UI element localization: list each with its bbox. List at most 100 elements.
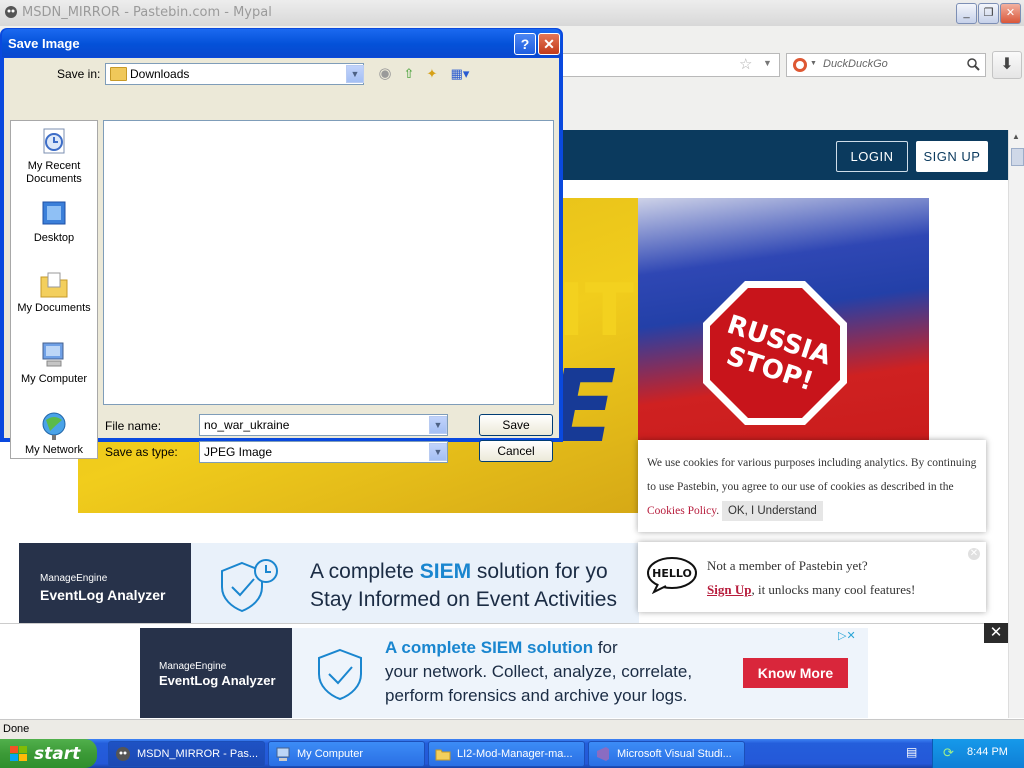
save-in-dropdown[interactable]: Downloads ▼ xyxy=(105,63,364,85)
task-li2-mod-manager[interactable]: LI2-Mod-Manager-ma... xyxy=(428,741,585,767)
downloads-button[interactable]: ⬇ xyxy=(992,51,1022,79)
url-bar[interactable]: ☆ ▼ xyxy=(562,53,780,77)
know-more-button[interactable]: Know More xyxy=(743,658,848,688)
shield-check-icon xyxy=(318,648,362,701)
computer-task-icon xyxy=(276,747,290,761)
ad2-brand-panel: ManageEngine EventLog Analyzer xyxy=(140,628,292,718)
ad2-line1: A complete SIEM solution for xyxy=(385,638,618,657)
cancel-button[interactable]: Cancel xyxy=(479,440,553,462)
duckduckgo-icon[interactable] xyxy=(792,57,808,73)
shield-clock-icon xyxy=(221,559,278,613)
system-tray: ⟳ 8:44 PM xyxy=(932,739,1024,768)
browser-title-bar: MSDN_MIRROR - Pastebin.com - Mypal _ ❐ ✕ xyxy=(0,0,1024,27)
siem-ad-bottom[interactable]: ManageEngine EventLog Analyzer A complet… xyxy=(140,628,868,718)
member-line2: Sign Up, it unlocks many cool features! xyxy=(707,582,916,597)
banner-text-top: IT xyxy=(558,268,634,352)
engine-dropdown-icon[interactable]: ▼ xyxy=(810,60,817,67)
dialog-body: Save in: Downloads ▼ ◉ ⇧ ✦ ▦▾ My Recent … xyxy=(4,58,559,463)
url-dropdown-icon[interactable]: ▼ xyxy=(763,58,772,68)
save-as-type-dropdown[interactable]: JPEG Image ▼ xyxy=(199,441,448,463)
ad-brand-main: EventLog Analyzer xyxy=(40,587,166,603)
task-my-computer[interactable]: My Computer xyxy=(268,741,425,767)
my-network-icon xyxy=(42,412,66,440)
hello-bubble-icon: HELLO xyxy=(647,557,697,594)
help-button[interactable]: ? xyxy=(514,33,536,55)
member-prompt: HELLO Not a member of Pastebin yet? Sign… xyxy=(638,542,986,612)
bookmark-star-icon[interactable]: ☆ xyxy=(739,55,752,73)
folder-task-icon xyxy=(435,749,451,761)
file-name-input[interactable]: no_war_ukraine ▼ xyxy=(199,414,448,436)
save-in-label: Save in: xyxy=(57,67,101,81)
stop-sign-icon: RUSSIA STOP! xyxy=(703,281,847,425)
ad2-line3: perform forensics and archive your logs. xyxy=(385,686,688,705)
network-tray-icon[interactable]: ⟳ xyxy=(943,745,954,761)
start-label: start xyxy=(34,744,81,764)
login-button[interactable]: LOGIN xyxy=(836,141,908,172)
file-list[interactable] xyxy=(103,120,554,405)
ad-brand-top: ManageEngine xyxy=(40,573,108,584)
close-window-button[interactable]: ✕ xyxy=(1000,3,1021,24)
keyboard-icon[interactable]: ▤ xyxy=(906,745,917,759)
status-text: Done xyxy=(3,723,30,735)
dialog-close-button[interactable]: ✕ xyxy=(538,33,560,55)
ad-brand-panel: ManageEngine EventLog Analyzer xyxy=(19,543,191,623)
visual-studio-task-icon xyxy=(597,747,609,761)
recent-documents-icon xyxy=(43,128,65,154)
task-visual-studio[interactable]: Microsoft Visual Studi... xyxy=(588,741,745,767)
task-mypal[interactable]: MSDN_MIRROR - Pas... xyxy=(108,741,265,767)
dialog-title-bar[interactable]: Save Image ? ✕ xyxy=(2,29,561,57)
cookie-ok-button[interactable]: OK, I Understand xyxy=(721,501,823,521)
search-bar[interactable]: ▼ DuckDuckGo xyxy=(786,53,986,77)
save-image-dialog: Save Image ? ✕ Save in: Downloads ▼ ◉ ⇧ … xyxy=(0,28,563,463)
siem-ad-top[interactable]: ManageEngine EventLog Analyzer A complet… xyxy=(19,543,639,623)
dialog-title: Save Image xyxy=(8,36,80,51)
scroll-thumb[interactable] xyxy=(1011,148,1024,166)
mypal-icon xyxy=(5,6,17,18)
ad-subheadline: Stay Informed on Event Activities xyxy=(310,588,617,611)
places-bar: My Recent Documents Desktop My Documents… xyxy=(10,120,98,459)
signup-button[interactable]: SIGN UP xyxy=(916,141,988,172)
new-folder-icon[interactable]: ✦ xyxy=(424,66,440,82)
up-folder-icon[interactable]: ⇧ xyxy=(401,66,417,82)
desktop-icon xyxy=(42,201,66,225)
my-computer-icon xyxy=(42,342,64,367)
scroll-up-icon[interactable]: ▲ xyxy=(1012,132,1020,141)
minimize-button[interactable]: _ xyxy=(956,3,977,24)
start-button[interactable]: start xyxy=(0,739,97,768)
cookie-notice: We use cookies for various purposes incl… xyxy=(638,440,986,532)
search-placeholder: DuckDuckGo xyxy=(823,58,888,70)
ad2-line2: your network. Collect, analyze, correlat… xyxy=(385,662,693,681)
maximize-button[interactable]: ❐ xyxy=(978,3,999,24)
search-icon[interactable] xyxy=(967,58,980,71)
chevron-down-icon[interactable]: ▼ xyxy=(346,65,364,83)
ad-headline: A complete SIEM solution for yo xyxy=(310,560,608,583)
save-as-type-label: Save as type: xyxy=(105,445,178,459)
file-name-value: no_war_ukraine xyxy=(204,418,290,432)
save-in-value: Downloads xyxy=(130,67,190,81)
file-name-dropdown-icon[interactable]: ▼ xyxy=(429,416,447,434)
clock: 8:44 PM xyxy=(967,746,1008,758)
ad2-brand-top: ManageEngine xyxy=(159,661,227,672)
save-as-type-value: JPEG Image xyxy=(204,445,273,459)
mypal-task-icon xyxy=(116,747,130,761)
ad2-brand-main: EventLog Analyzer xyxy=(159,673,276,688)
save-button[interactable]: Save xyxy=(479,414,553,436)
my-documents-icon xyxy=(40,272,68,298)
back-icon[interactable]: ◉ xyxy=(377,66,393,82)
status-bar: Done xyxy=(0,719,1024,740)
save-as-chevron-down-icon[interactable]: ▼ xyxy=(429,443,447,461)
adchoices-icon[interactable]: ▷✕ xyxy=(838,629,856,642)
windows-logo-icon xyxy=(10,746,27,761)
file-name-label: File name: xyxy=(105,419,162,433)
folder-icon xyxy=(110,67,127,81)
browser-title: MSDN_MIRROR - Pastebin.com - Mypal xyxy=(22,5,272,20)
member-close-icon[interactable]: ✕ xyxy=(968,548,980,560)
ad-close-button[interactable]: ✕ xyxy=(984,623,1008,643)
cookie-text: We use cookies for various purposes incl… xyxy=(647,451,982,523)
cookies-policy-link[interactable]: Cookies Policy xyxy=(647,505,716,517)
hello-text: HELLO xyxy=(652,567,692,580)
page-scrollbar[interactable]: ▲ xyxy=(1008,130,1024,718)
member-line1: Not a member of Pastebin yet? xyxy=(707,558,868,573)
member-signup-link[interactable]: Sign Up xyxy=(707,582,751,597)
view-menu-icon[interactable]: ▦▾ xyxy=(448,66,472,82)
